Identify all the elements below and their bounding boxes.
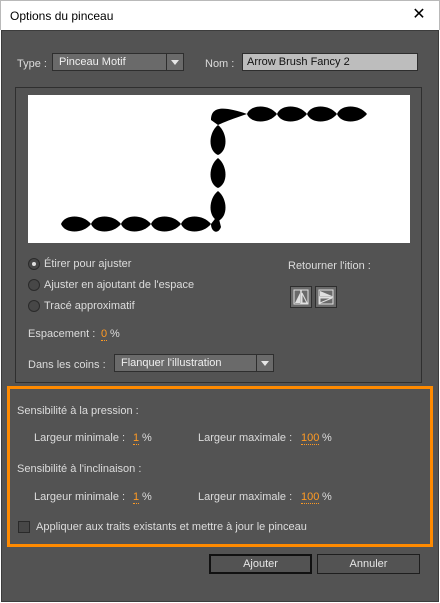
corners-select-value: Flanquer l'illustration: [121, 357, 222, 369]
chevron-down-icon: [256, 355, 273, 371]
tilt-min-unit: %: [142, 491, 152, 503]
name-label: Nom :: [205, 58, 235, 70]
type-select-value: Pinceau Motif: [59, 56, 126, 68]
title-bar: Options du pinceau ✕: [0, 0, 440, 30]
fit-spacing-label: Ajuster en ajoutant de l'espace: [44, 279, 195, 291]
apply-existing-checkbox[interactable]: [18, 521, 30, 533]
flip-across-button[interactable]: [315, 286, 337, 308]
add-button[interactable]: Ajouter: [209, 554, 312, 574]
chevron-down-icon: [166, 54, 183, 70]
fit-stretch-radio[interactable]: [28, 258, 40, 270]
pressure-title: Sensibilité à la pression :: [17, 405, 139, 417]
type-label: Type :: [17, 58, 47, 70]
tilt-max-unit: %: [322, 491, 332, 503]
fit-spacing-radio[interactable]: [28, 279, 40, 291]
tilt-title: Sensibilité à l'inclinaison :: [17, 463, 142, 475]
cancel-button[interactable]: Annuler: [317, 554, 420, 574]
fit-approx-radio[interactable]: [28, 300, 40, 312]
pressure-min-unit: %: [142, 432, 152, 444]
flip-along-button[interactable]: [290, 286, 312, 308]
close-icon[interactable]: ✕: [399, 1, 439, 31]
flip-along-icon: [293, 289, 309, 305]
name-input[interactable]: Arrow Brush Fancy 2: [242, 53, 418, 71]
fit-stretch-label: Étirer pour ajuster: [44, 258, 132, 270]
spacing-label: Espacement :: [28, 328, 96, 340]
pressure-max-unit: %: [322, 432, 332, 444]
flip-label: Retourner l'ition :: [288, 260, 371, 272]
tilt-max-label: Largeur maximale :: [198, 491, 293, 503]
fit-approx-label: Tracé approximatif: [44, 300, 135, 312]
brush-path-preview: [61, 106, 367, 232]
brush-preview: [28, 95, 410, 243]
pressure-min-input[interactable]: 1: [133, 432, 140, 445]
pressure-max-input[interactable]: 100: [301, 432, 320, 445]
tilt-min-input[interactable]: 1: [133, 491, 140, 504]
corners-label: Dans les coins :: [28, 359, 106, 371]
pressure-min-label: Largeur minimale :: [34, 432, 126, 444]
type-select[interactable]: Pinceau Motif: [52, 53, 184, 71]
apply-existing-label: Appliquer aux traits existants et mettre…: [36, 521, 307, 533]
tilt-min-label: Largeur minimale :: [34, 491, 126, 503]
brush-options-dialog: Type : Pinceau Motif Nom : Arrow Brush F…: [1, 30, 439, 602]
window-title: Options du pinceau: [10, 9, 114, 23]
tilt-max-input[interactable]: 100: [301, 491, 320, 504]
corners-select[interactable]: Flanquer l'illustration: [114, 354, 274, 372]
spacing-input[interactable]: 0: [101, 328, 108, 341]
pressure-max-label: Largeur maximale :: [198, 432, 293, 444]
spacing-unit: %: [110, 328, 120, 340]
flip-across-icon: [318, 289, 334, 305]
